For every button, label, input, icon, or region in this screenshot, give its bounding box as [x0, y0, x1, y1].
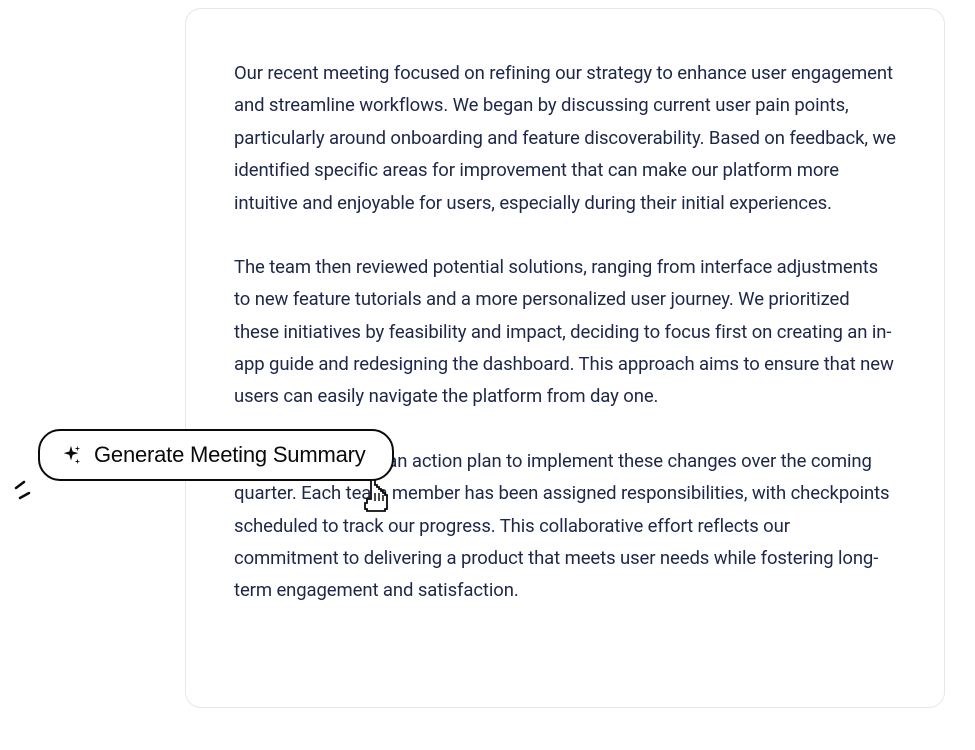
sparkle-icon	[60, 444, 82, 466]
document-card: Our recent meeting focused on refining o…	[185, 8, 945, 708]
generate-summary-label: Generate Meeting Summary	[94, 442, 366, 468]
generate-summary-button[interactable]: Generate Meeting Summary	[38, 429, 394, 481]
document-paragraph: The team then reviewed potential solutio…	[234, 251, 896, 413]
document-paragraph: Our recent meeting focused on refining o…	[234, 57, 896, 219]
pointer-cursor-icon	[358, 475, 394, 515]
accent-lines-decoration	[14, 480, 42, 508]
